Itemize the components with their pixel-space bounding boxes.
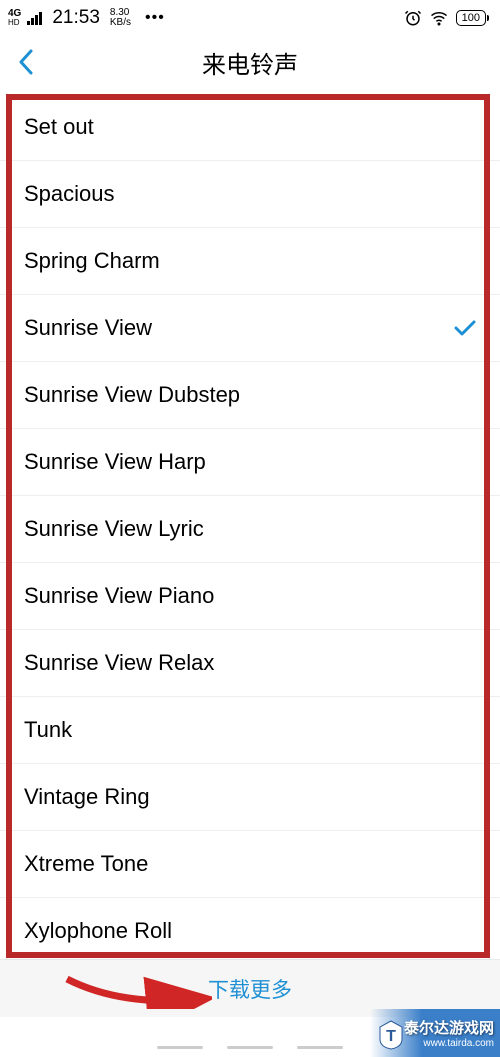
- ringtone-label: Sunrise View Harp: [24, 449, 206, 475]
- ringtone-label: Tunk: [24, 717, 72, 743]
- ringtone-item[interactable]: Vintage Ring: [0, 764, 500, 831]
- checkmark-icon: [454, 320, 476, 336]
- ringtone-item[interactable]: Xtreme Tone: [0, 831, 500, 898]
- ringtone-label: Vintage Ring: [24, 784, 150, 810]
- ringtone-label: Sunrise View Piano: [24, 583, 214, 609]
- ringtone-item[interactable]: Sunrise View Dubstep: [0, 362, 500, 429]
- speed-unit: KB/s: [110, 18, 131, 28]
- network-indicator: 4G HD: [8, 9, 21, 27]
- wifi-icon: [430, 9, 448, 27]
- ringtone-item[interactable]: Sunrise View: [0, 295, 500, 362]
- ringtone-item[interactable]: Set out: [0, 94, 500, 161]
- page-title: 来电铃声: [0, 45, 500, 80]
- back-button[interactable]: [18, 49, 34, 75]
- alarm-icon: [404, 9, 422, 27]
- signal-bars-icon: [27, 12, 42, 25]
- clock-time: 21:53: [52, 7, 100, 29]
- ringtone-item[interactable]: Sunrise View Piano: [0, 563, 500, 630]
- watermark-logo-icon: T: [378, 1019, 404, 1051]
- status-left: 4G HD 21:53 8.30 KB/s •••: [8, 7, 165, 29]
- ringtone-list: Set out Spacious Spring Charm Sunrise View S…: [0, 94, 500, 965]
- ringtone-item[interactable]: Spacious: [0, 161, 500, 228]
- more-dots-icon: •••: [145, 9, 165, 27]
- ringtone-item[interactable]: Tunk: [0, 697, 500, 764]
- ringtone-item[interactable]: Sunrise View Relax: [0, 630, 500, 697]
- ringtone-label: Sunrise View Relax: [24, 650, 214, 676]
- nav-indicator: [157, 1046, 343, 1049]
- ringtone-label: Sunrise View: [24, 315, 152, 341]
- watermark: T 泰尔达游戏网 www.tairda.com: [370, 1009, 500, 1057]
- ringtone-label: Sunrise View Dubstep: [24, 382, 240, 408]
- ringtone-label: Spring Charm: [24, 248, 160, 274]
- ringtone-item[interactable]: Spring Charm: [0, 228, 500, 295]
- ringtone-label: Xylophone Roll: [24, 918, 172, 944]
- ringtone-item[interactable]: Sunrise View Lyric: [0, 496, 500, 563]
- nav-header: 来电铃声: [0, 34, 500, 90]
- ringtone-label: Sunrise View Lyric: [24, 516, 204, 542]
- ringtone-item[interactable]: Sunrise View Harp: [0, 429, 500, 496]
- network-speed: 8.30 KB/s: [110, 8, 131, 28]
- network-sub: HD: [8, 19, 21, 27]
- watermark-url: www.tairda.com: [423, 1038, 494, 1049]
- battery-indicator: 100: [456, 10, 486, 26]
- ringtone-item[interactable]: Xylophone Roll: [0, 898, 500, 965]
- status-bar: 4G HD 21:53 8.30 KB/s ••• 100: [0, 0, 500, 34]
- status-right: 100: [404, 9, 486, 27]
- watermark-title: 泰尔达游戏网: [404, 1017, 494, 1038]
- ringtone-label: Xtreme Tone: [24, 851, 148, 877]
- ringtone-label: Set out: [24, 114, 94, 140]
- download-more-button[interactable]: 下载更多: [208, 974, 292, 1004]
- ringtone-label: Spacious: [24, 181, 115, 207]
- svg-text:T: T: [386, 1028, 396, 1045]
